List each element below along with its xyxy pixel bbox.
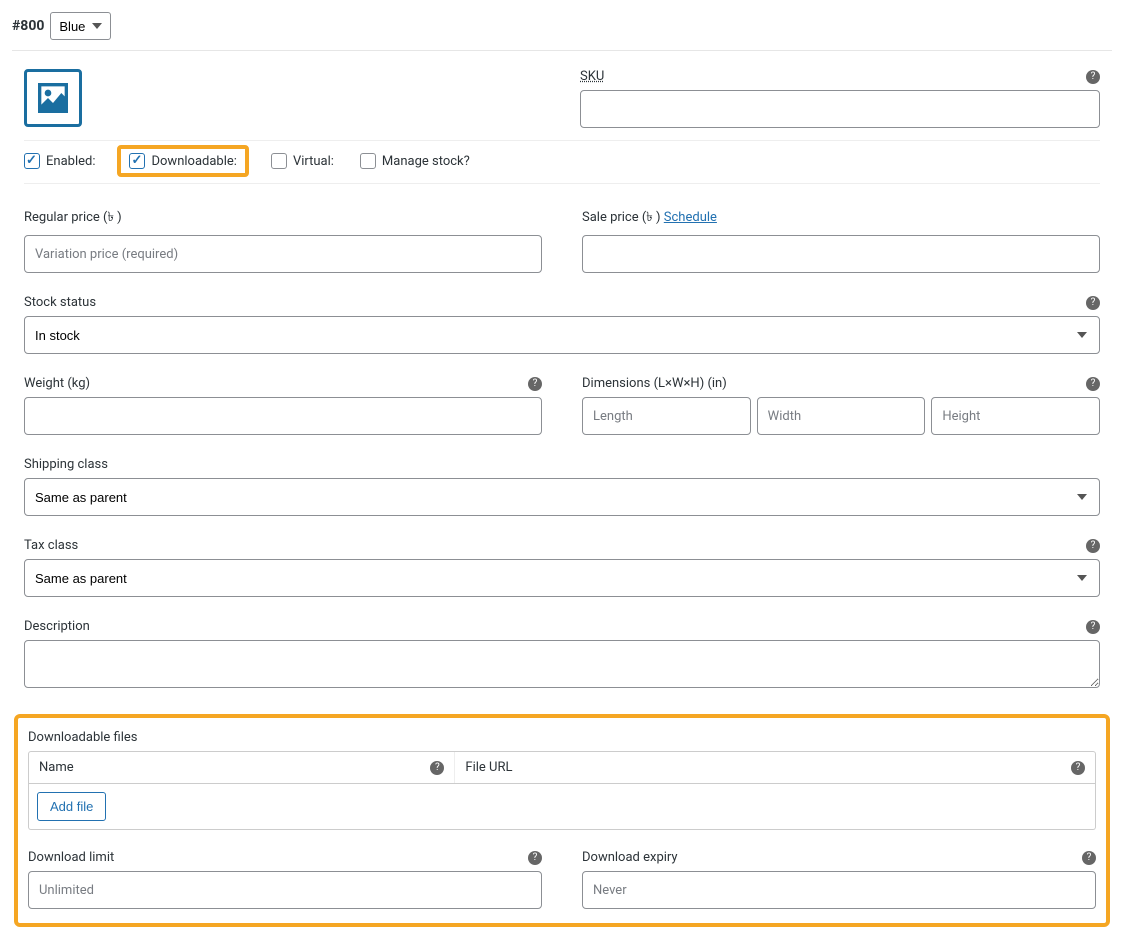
- download-expiry-input[interactable]: [582, 871, 1096, 909]
- attribute-select[interactable]: Blue: [50, 12, 111, 40]
- height-input[interactable]: [931, 397, 1100, 435]
- weight-input[interactable]: [24, 397, 542, 435]
- help-icon[interactable]: ?: [1086, 620, 1100, 634]
- manage-stock-checkbox-wrap[interactable]: Manage stock?: [360, 153, 470, 169]
- regular-price-label: Regular price (৳ ): [24, 208, 542, 229]
- th-url: File URL: [465, 760, 512, 775]
- downloadable-label: Downloadable:: [151, 154, 236, 169]
- downloadable-files-table-header: Name ? File URL ?: [28, 751, 1096, 784]
- help-icon[interactable]: ?: [1071, 761, 1085, 775]
- variation-id: #800: [12, 18, 44, 34]
- enabled-checkbox[interactable]: [24, 153, 40, 169]
- sale-price-input[interactable]: [582, 235, 1100, 273]
- virtual-checkbox-wrap[interactable]: Virtual:: [271, 153, 334, 169]
- enabled-label: Enabled:: [46, 154, 95, 169]
- sale-price-label: Sale price (৳ ): [582, 210, 661, 225]
- stock-status-select[interactable]: In stock: [24, 316, 1100, 354]
- manage-stock-checkbox[interactable]: [360, 153, 376, 169]
- description-textarea[interactable]: [24, 640, 1100, 688]
- downloadable-files-label: Downloadable files: [28, 730, 1096, 745]
- width-input[interactable]: [757, 397, 926, 435]
- download-limit-label: Download limit: [28, 850, 114, 865]
- variation-image-upload[interactable]: [24, 69, 82, 127]
- help-icon[interactable]: ?: [1086, 377, 1100, 391]
- downloadable-checkbox[interactable]: [129, 153, 145, 169]
- help-icon[interactable]: ?: [528, 377, 542, 391]
- weight-label: Weight (kg): [24, 376, 90, 391]
- download-expiry-label: Download expiry: [582, 850, 678, 865]
- sku-input[interactable]: [580, 90, 1100, 128]
- tax-class-select[interactable]: Same as parent: [24, 559, 1100, 597]
- manage-stock-label: Manage stock?: [382, 154, 470, 169]
- regular-price-input[interactable]: [24, 235, 542, 273]
- dimensions-label: Dimensions (L×W×H) (in): [582, 376, 727, 391]
- help-icon[interactable]: ?: [430, 761, 444, 775]
- schedule-link[interactable]: Schedule: [664, 210, 717, 225]
- help-icon[interactable]: ?: [1086, 296, 1100, 310]
- tax-class-label: Tax class: [24, 538, 78, 553]
- enabled-checkbox-wrap[interactable]: Enabled:: [24, 153, 95, 169]
- virtual-checkbox[interactable]: [271, 153, 287, 169]
- length-input[interactable]: [582, 397, 751, 435]
- help-icon[interactable]: ?: [1082, 851, 1096, 865]
- help-icon[interactable]: ?: [528, 851, 542, 865]
- help-icon[interactable]: ?: [1086, 539, 1100, 553]
- add-file-button[interactable]: Add file: [37, 792, 106, 821]
- description-label: Description: [24, 619, 90, 634]
- image-placeholder-icon: [33, 78, 73, 118]
- stock-status-label: Stock status: [24, 295, 96, 310]
- virtual-label: Virtual:: [293, 154, 334, 169]
- downloadable-checkbox-wrap[interactable]: Downloadable:: [129, 153, 236, 169]
- th-name: Name: [39, 760, 74, 775]
- shipping-class-select[interactable]: Same as parent: [24, 478, 1100, 516]
- help-icon[interactable]: ?: [1086, 70, 1100, 84]
- sku-label: SKU: [580, 69, 604, 84]
- download-limit-input[interactable]: [28, 871, 542, 909]
- shipping-class-label: Shipping class: [24, 457, 1100, 472]
